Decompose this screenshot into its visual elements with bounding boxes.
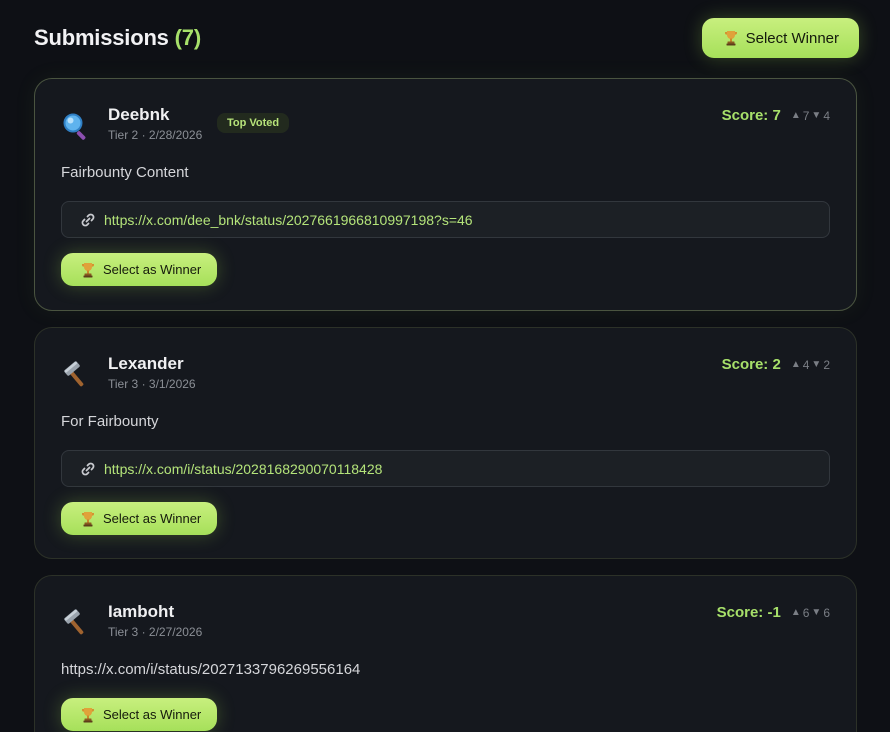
select-winner-button[interactable]: Select Winner: [701, 18, 859, 58]
score-label: Score: 2: [721, 356, 781, 373]
trophy-icon: [81, 707, 95, 723]
score-area: Score: 7 ▲ 7 ▼ 4: [722, 107, 830, 124]
title-text: Submissions: [34, 25, 169, 50]
vote-counts: ▲ 4 ▼ 2: [791, 358, 830, 372]
trophy-icon: [81, 262, 95, 278]
score-label: Score: -1: [716, 604, 781, 621]
user-meta: Tier 2 · 2/28/2026: [108, 128, 203, 142]
link-icon: [80, 461, 96, 477]
upvote-count: 6: [802, 605, 810, 620]
link-icon: [80, 212, 96, 228]
select-as-winner-label: Select as Winner: [103, 707, 202, 722]
submissions-header: Submissions (7) Select Winner: [34, 18, 859, 58]
submission-card: Lexander Tier 3 · 3/1/2026 Score: 2 ▲ 4 …: [34, 327, 857, 559]
username: Iamboht: [108, 602, 175, 621]
vote-counts: ▲ 7 ▼ 4: [791, 109, 830, 123]
hammer-icon: [61, 608, 93, 640]
submission-card: Deebnk Tier 2 · 2/28/2026 Top Voted Scor…: [34, 78, 857, 311]
downvote-icon[interactable]: ▼: [811, 607, 821, 618]
upvote-icon[interactable]: ▲: [791, 607, 801, 618]
select-as-winner-button[interactable]: Select as Winner: [61, 253, 218, 286]
upvote-icon[interactable]: ▲: [791, 359, 801, 370]
submission-header: Lexander Tier 3 · 3/1/2026 Score: 2 ▲ 4 …: [61, 354, 830, 394]
submission-link-box[interactable]: https://x.com/i/status/20281682900701184…: [61, 450, 830, 487]
hammer-icon: [61, 360, 93, 392]
page-title: Submissions (7): [34, 25, 201, 51]
upvote-icon[interactable]: ▲: [791, 110, 801, 121]
upvote-count: 7: [802, 108, 810, 123]
select-as-winner-label: Select as Winner: [103, 262, 202, 277]
magnifying-glass-icon: [61, 111, 93, 143]
top-voted-badge: Top Voted: [217, 113, 290, 133]
select-as-winner-label: Select as Winner: [103, 511, 202, 526]
downvote-count: 4: [823, 108, 830, 123]
score-area: Score: -1 ▲ 6 ▼ 6: [717, 604, 830, 621]
user-meta: Tier 3 · 3/1/2026: [108, 377, 196, 391]
downvote-icon[interactable]: ▼: [811, 359, 821, 370]
select-winner-label: Select Winner: [745, 29, 839, 47]
submissions-page: Submissions (7) Select Winner Deebnk Tie…: [0, 0, 890, 732]
username: Deebnk: [108, 105, 170, 124]
downvote-count: 2: [823, 357, 830, 372]
submission-header: Deebnk Tier 2 · 2/28/2026 Top Voted Scor…: [61, 105, 830, 145]
username: Lexander: [108, 354, 184, 373]
upvote-count: 4: [802, 357, 810, 372]
downvote-count: 6: [823, 605, 830, 620]
user-meta: Tier 3 · 2/27/2026: [108, 625, 203, 639]
submission-card: Iamboht Tier 3 · 2/27/2026 Score: -1 ▲ 6…: [34, 575, 857, 732]
select-as-winner-button[interactable]: Select as Winner: [61, 698, 218, 731]
score-label: Score: 7: [721, 107, 781, 124]
submission-count: (7): [174, 25, 201, 50]
select-as-winner-button[interactable]: Select as Winner: [61, 502, 218, 535]
user-info: Deebnk Tier 2 · 2/28/2026: [108, 105, 202, 142]
submission-description: Fairbounty Content: [61, 164, 189, 181]
submission-header: Iamboht Tier 3 · 2/27/2026 Score: -1 ▲ 6…: [61, 602, 830, 642]
submission-description: For Fairbounty: [61, 413, 159, 430]
submission-link-box[interactable]: https://x.com/dee_bnk/status/20276619668…: [61, 201, 830, 238]
downvote-icon[interactable]: ▼: [811, 110, 821, 121]
score-area: Score: 2 ▲ 4 ▼ 2: [722, 356, 830, 373]
trophy-icon: [724, 30, 738, 46]
submission-link[interactable]: https://x.com/dee_bnk/status/20276619668…: [104, 212, 473, 228]
user-info: Lexander Tier 3 · 3/1/2026: [108, 354, 196, 391]
submission-description: https://x.com/i/status/20271337962695561…: [61, 661, 361, 678]
trophy-icon: [81, 511, 95, 527]
vote-counts: ▲ 6 ▼ 6: [791, 606, 830, 620]
user-info: Iamboht Tier 3 · 2/27/2026: [108, 602, 202, 639]
submission-link[interactable]: https://x.com/i/status/20281682900701184…: [104, 461, 382, 477]
